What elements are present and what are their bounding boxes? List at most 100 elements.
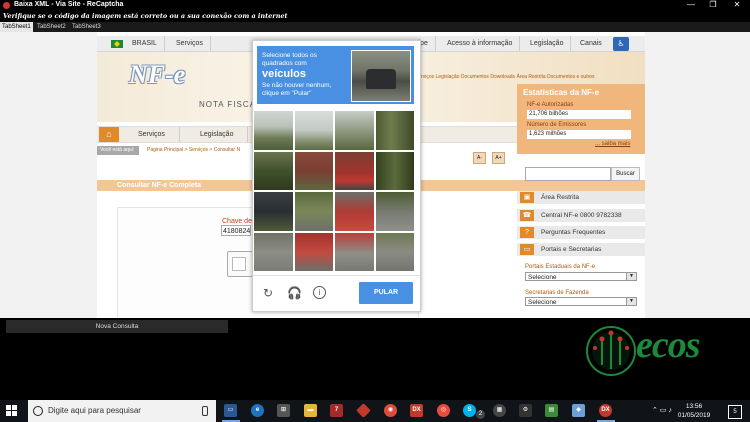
grid-tile[interactable] [254,232,293,271]
link-portais[interactable]: ▭ Portais e Secretarias [517,243,645,257]
grid-tile[interactable] [375,232,414,271]
tab-tabsheet2[interactable]: TabSheet2 [35,22,68,32]
windows-start-icon[interactable] [6,405,18,417]
increase-font-button[interactable]: A+ [492,152,505,164]
challenge-target: veículos [262,68,307,80]
secretarias-select[interactable]: Selecione ▼ [525,297,637,306]
gov-legislacao-link[interactable]: Legislação [523,36,572,51]
maximize-button[interactable]: ❐ [706,0,720,11]
app-icon-2[interactable]: ◆ [572,404,585,417]
saiba-mais-link[interactable]: ... saiba mais [595,141,630,147]
link-label: Portais e Secretarias [541,246,602,253]
clock[interactable]: 13:56 01/05/2019 [672,402,716,420]
chevron-down-icon: ▼ [626,273,636,280]
grid-tile[interactable] [335,232,374,271]
challenge-instruction: Selecione todos os quadrados com [262,52,317,67]
info-icon[interactable]: i [313,286,326,299]
chave-label: Chave de [222,218,252,225]
grid-tile[interactable] [335,111,374,150]
dx-app-alt-icon[interactable]: DX [599,404,612,417]
store-icon[interactable]: ⊞ [277,404,290,417]
app-icon [3,2,10,9]
ecos-logo: ecos [586,321,750,379]
skype-icon[interactable]: S [463,404,476,417]
grid-tile[interactable] [375,111,414,150]
link-area-restrita[interactable]: ▣ Área Restrita [517,191,645,205]
ecos-brand-name: ecos [636,324,701,366]
notification-badge: 2 [476,410,485,419]
grid-tile[interactable] [294,192,333,231]
gov-acesso-link[interactable]: Acesso à informação [440,36,521,51]
gov-servicos-link[interactable]: Serviços [169,36,211,51]
select-value: Selecione [528,299,557,306]
nfe-logo[interactable]: NF-e [129,60,185,90]
gov-canais-link[interactable]: Canais [573,36,609,51]
chrome-alt-icon[interactable]: ◎ [437,404,450,417]
grid-tile[interactable] [294,111,333,150]
task-view-icon[interactable]: ▭ [224,404,237,417]
decrease-font-button[interactable]: A- [473,152,486,164]
calculator-icon[interactable]: ▦ [493,404,506,417]
tab-tabsheet3[interactable]: TabSheet3 [70,22,103,32]
minimize-button[interactable]: — [684,0,698,11]
challenge-footer: ↻ 🎧 i PULAR [253,275,420,312]
dx-app-icon[interactable]: DX [410,404,423,417]
grid-tile[interactable] [254,192,293,231]
delphi-icon[interactable]: 7 [330,404,343,417]
lock-icon: ▣ [520,192,534,203]
grid-tile[interactable] [294,232,333,271]
site-search-button[interactable]: Buscar [611,167,640,181]
page-margin-left [0,32,97,318]
skip-button[interactable]: PULAR [359,282,413,304]
link-label: Área Restrita [541,194,579,201]
grid-tile[interactable] [254,151,293,190]
stat-value: 1,623 milhões [527,130,631,139]
clock-time: 13:56 [685,403,703,410]
windows-taskbar: Digite aqui para pesquisar ▭ e ⊞ ▬ 7 ◉ D… [0,400,750,422]
site-search-input[interactable] [525,167,611,181]
edge-icon[interactable]: e [251,404,264,417]
portais-select[interactable]: Selecione ▼ [525,272,637,281]
action-center-icon[interactable]: 5 [728,405,742,419]
nav-servicos[interactable]: Serviços [124,127,180,142]
status-message: Verifique se o código da imagem está cor… [0,11,750,22]
app-diamond-icon[interactable] [356,403,371,418]
grid-tile[interactable] [254,111,293,150]
grid-tile[interactable] [375,192,414,231]
taskbar-search-placeholder: Digite aqui para pesquisar [48,406,141,415]
select-label: Portais Estaduais da NF-e [525,264,596,270]
close-button[interactable]: ✕ [730,0,744,11]
grid-tile[interactable] [294,151,333,190]
settings-icon[interactable]: ⚙ [519,404,532,417]
link-perguntas[interactable]: ? Perguntas Frequentes [517,226,645,240]
monitor-icon: ▭ [520,244,534,255]
chrome-icon[interactable]: ◉ [384,404,397,417]
breadcrumb-path[interactable]: Página Principal > Serviços > Consultar … [147,146,240,155]
stat-value: 21,706 bilhões [527,110,631,119]
microphone-icon[interactable] [202,406,208,416]
header-links[interactable]: Serviços Legislação Documentos Downloads… [415,74,595,80]
grid-tile[interactable] [335,151,374,190]
tab-tabsheet1[interactable]: TabSheet1 [0,22,33,32]
link-label: Perguntas Frequentes [541,229,606,236]
search-icon [33,406,43,416]
gov-brasil-link[interactable]: BRASIL [125,36,165,51]
accessibility-icon[interactable]: ♿ [613,37,629,51]
grid-tile[interactable] [375,151,414,190]
reload-icon[interactable]: ↻ [261,286,275,300]
headphones-icon[interactable]: 🎧 [287,286,302,300]
link-central-nfe[interactable]: ☎ Central NF-e 0800 9782338 [517,209,645,223]
system-tray[interactable]: ⌃ ▭ ♪ [652,406,672,414]
explorer-icon[interactable]: ▬ [304,404,317,417]
taskbar-search[interactable]: Digite aqui para pesquisar [28,400,216,422]
nav-legislacao[interactable]: Legislação [186,127,249,142]
home-icon[interactable]: ⌂ [99,127,119,142]
clock-date: 01/05/2019 [677,412,711,419]
chave-input[interactable]: 4180824 [221,225,251,236]
grid-tile[interactable] [335,192,374,231]
stats-panel: Estatísticas da NF-e NF-e Autorizadas 21… [517,84,645,154]
select-value: Selecione [528,274,557,281]
notepad-icon[interactable]: ▤ [545,404,558,417]
recaptcha-checkbox[interactable] [227,251,253,277]
new-query-button[interactable]: Nova Consulta [6,320,228,333]
